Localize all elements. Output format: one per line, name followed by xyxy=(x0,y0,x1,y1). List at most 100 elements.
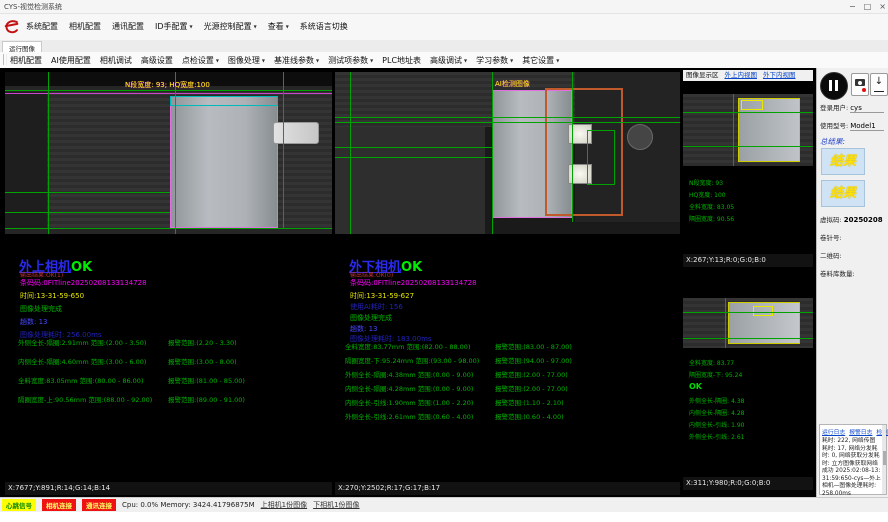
center-camera-scene[interactable]: AI检测图像 xyxy=(335,72,680,234)
tool-advanced-debug[interactable]: 高级调试▼ xyxy=(430,55,467,66)
stock-label: 卷料库数量: xyxy=(820,270,855,278)
toolbar-grip[interactable] xyxy=(3,54,7,65)
virtual-code-label: 虚拟码: xyxy=(820,216,842,224)
pixel-coords-readout: X:270;Y:2502;R:17;G:17;B:17 xyxy=(335,482,680,495)
link-top-view[interactable]: 外上内视图 xyxy=(725,70,758,81)
window-title: CYS-视觉检测系统 xyxy=(4,3,62,11)
tool-spot-check[interactable]: 点检设置▼ xyxy=(182,55,219,66)
qr-label: 二维码: xyxy=(820,252,842,260)
barcode-line: 条码码:0FITline20250208133134728 xyxy=(20,278,147,288)
view2-text-line: 内侧全长-隔圈: 4.28 xyxy=(689,408,744,417)
center-camera-panel: AI检测图像 外下相机OK 输出结果:OK(0) 条码码:0FITline202… xyxy=(335,70,680,495)
measurement-line xyxy=(683,312,813,313)
pause-button[interactable] xyxy=(820,72,848,100)
link-bottom-view[interactable]: 外下内视图 xyxy=(763,70,796,81)
virtual-code-value: 20250208 xyxy=(844,216,883,224)
tool-advanced-settings[interactable]: 高级设置 xyxy=(141,55,173,66)
model-label: 使用型号: xyxy=(820,122,848,130)
view1-text-line: 隔圈宽度: 90.56 xyxy=(689,214,734,223)
app-logo-icon xyxy=(3,18,21,36)
yellow-roi-box xyxy=(741,100,763,110)
measurement-line xyxy=(492,72,493,234)
result-ok: OK xyxy=(401,260,422,275)
menu-comm-config[interactable]: 通讯配置 xyxy=(112,21,144,32)
camera-capture-button[interactable] xyxy=(851,73,869,96)
right-view-header: 图像显示区 外上内视图 外下内视图 xyxy=(683,70,813,81)
view2-text-line: 外侧全长-隔圈: 4.38 xyxy=(689,396,744,405)
login-user-row: 登录用户:cys xyxy=(820,102,886,113)
measure-row: 外侧全长-隔圈:4.38mm 范围:(0.00 - 9.00)报警范围:(2.0… xyxy=(345,369,675,379)
time-line: 时间:13-31-59-650 xyxy=(20,291,84,301)
right-view1-scene[interactable] xyxy=(683,94,813,166)
pixel-coords-readout: X:7677;Y:891;R:14;G:14;B:14 xyxy=(5,482,332,495)
result-ok: OK xyxy=(71,260,92,275)
measure-row: 全料宽度:83.05mm 范围:(80.00 - 86.00)报警范围:(81.… xyxy=(18,375,328,385)
product-region xyxy=(170,96,278,228)
tool-ai-config[interactable]: AI使用配置 xyxy=(51,55,91,66)
tool-learning-params[interactable]: 学习参数▼ xyxy=(476,55,513,66)
menu-view[interactable]: 查看▼ xyxy=(268,21,289,32)
green-roi-box xyxy=(587,130,615,185)
bottom-camera-image-link[interactable]: 下相机1份图像 xyxy=(313,500,359,510)
tool-camera-debug[interactable]: 相机调试 xyxy=(100,55,132,66)
chevron-down-icon: ▼ xyxy=(370,58,373,63)
download-arrow-icon: ↓ xyxy=(871,76,887,87)
left-camera-scene[interactable]: N段宽度: 93; HQ宽度:100 xyxy=(5,72,332,234)
minimize-icon[interactable]: − xyxy=(849,0,856,14)
scene-measure-label: N段宽度: 93; HQ宽度:100 xyxy=(125,80,210,90)
close-icon[interactable]: × xyxy=(879,0,886,14)
connector-part xyxy=(273,122,319,144)
stock-row: 卷料库数量: xyxy=(820,268,886,286)
left-camera-panel: N段宽度: 93; HQ宽度:100 外上相机OK 输出结果:OK(1) 条码码… xyxy=(5,70,332,495)
measurement-line xyxy=(5,228,332,229)
chevron-down-icon: ▼ xyxy=(556,58,559,63)
pin-row: 卷针号: xyxy=(820,232,886,242)
login-user-label: 登录用户: xyxy=(820,104,848,112)
total-result-label: 总结果: xyxy=(820,136,845,147)
camera-icon xyxy=(855,79,865,86)
measurement-line xyxy=(175,72,176,234)
barcode-line: 条码码:0FITline20250208133134728 xyxy=(350,278,477,288)
menu-items: 系统配置 相机配置 通讯配置 ID手配置▼ 光源控制配置▼ 查看▼ 系统语言切换 xyxy=(26,21,348,32)
model-value: Model1 xyxy=(850,122,884,131)
toolbar: 相机配置 AI使用配置 相机调试 高级设置 点检设置▼ 图像处理▼ 基准线参数▼… xyxy=(0,52,888,69)
tool-other-settings[interactable]: 其它设置▼ xyxy=(522,55,559,66)
view2-ok-label: OK xyxy=(689,382,702,391)
view-header-label: 图像显示区 xyxy=(686,70,719,81)
view1-text-line: HQ宽度: 100 xyxy=(689,190,726,199)
menu-light-config[interactable]: 光源控制配置▼ xyxy=(204,21,257,32)
tool-plc-table[interactable]: PLC地址表 xyxy=(382,55,421,66)
comm-connection-badge: 通讯连接 xyxy=(82,499,116,511)
log-tab-run[interactable]: 运行日志 xyxy=(822,427,845,436)
measurement-line xyxy=(283,72,284,228)
tool-baseline-params[interactable]: 基准线参数▼ xyxy=(274,55,319,66)
top-camera-image-link[interactable]: 上相机1份图像 xyxy=(261,500,307,510)
maximize-icon[interactable]: □ xyxy=(864,0,872,14)
right-view1-panel: N段宽度: 93 HQ宽度: 100 全料宽度: 83.05 隔圈宽度: 90.… xyxy=(683,82,813,267)
tool-camera-config[interactable]: 相机配置 xyxy=(10,55,42,66)
measurement-line xyxy=(335,117,680,118)
pixel-coords-readout: X:311;Y:980;R:0;G:0;B:0 xyxy=(683,477,813,490)
title-bar: CYS-视觉检测系统 − □ × xyxy=(0,0,888,14)
menu-camera-config[interactable]: 相机配置 xyxy=(69,21,101,32)
measurement-line xyxy=(572,72,573,222)
tool-image-processing[interactable]: 图像处理▼ xyxy=(228,55,265,66)
right-view2-scene[interactable] xyxy=(683,298,813,348)
app-window: CYS-视觉检测系统 − □ × 系统配置 相机配置 通讯配置 ID手配置▼ 光… xyxy=(0,0,888,522)
measurement-line xyxy=(683,338,813,339)
log-tabs: 运行日志 报警日志 检测日志 xyxy=(820,425,886,437)
menu-language-switch[interactable]: 系统语言切换 xyxy=(300,21,348,32)
log-scrollbar[interactable] xyxy=(882,425,886,494)
measure-row: 外侧全长-隔圈:2.91mm 范围:(2.00 - 3.50)报警范围:(2.2… xyxy=(18,337,328,347)
chevron-down-icon: ▼ xyxy=(216,58,219,63)
tool-test-params[interactable]: 测试项参数▼ xyxy=(328,55,373,66)
log-tab-alarm[interactable]: 报警日志 xyxy=(849,427,872,436)
right-sidebar: ↓ 登录用户:cys 使用型号:Model1 总结果: 结果 结果 虚拟码:20… xyxy=(816,68,888,497)
virtual-code-row: 虚拟码:20250208 xyxy=(820,214,886,224)
result-box-top: 结果 xyxy=(821,148,865,175)
menu-id-config[interactable]: ID手配置▼ xyxy=(155,21,193,32)
menu-system-config[interactable]: 系统配置 xyxy=(26,21,58,32)
download-tray-icon xyxy=(874,91,884,93)
log-panel: 运行日志 报警日志 检测日志 耗时: 222, 网络传图耗时: 17, 网络分发… xyxy=(819,424,887,495)
save-image-button[interactable]: ↓ xyxy=(870,73,888,96)
